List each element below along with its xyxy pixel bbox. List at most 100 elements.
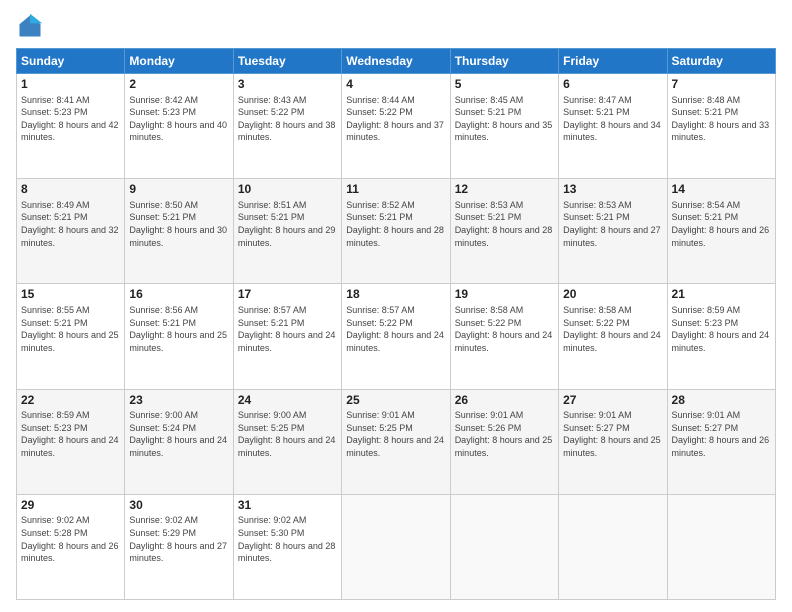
- calendar-cell: 6Sunrise: 8:47 AMSunset: 5:21 PMDaylight…: [559, 74, 667, 179]
- day-info: Sunrise: 8:42 AMSunset: 5:23 PMDaylight:…: [129, 94, 228, 144]
- day-info: Sunrise: 8:50 AMSunset: 5:21 PMDaylight:…: [129, 199, 228, 249]
- calendar-cell: 28Sunrise: 9:01 AMSunset: 5:27 PMDayligh…: [667, 389, 775, 494]
- calendar-cell: 3Sunrise: 8:43 AMSunset: 5:22 PMDaylight…: [233, 74, 341, 179]
- calendar-cell: 15Sunrise: 8:55 AMSunset: 5:21 PMDayligh…: [17, 284, 125, 389]
- weekday-header: Sunday: [17, 49, 125, 74]
- calendar-cell: 24Sunrise: 9:00 AMSunset: 5:25 PMDayligh…: [233, 389, 341, 494]
- day-info: Sunrise: 8:45 AMSunset: 5:21 PMDaylight:…: [455, 94, 554, 144]
- calendar-cell: 2Sunrise: 8:42 AMSunset: 5:23 PMDaylight…: [125, 74, 233, 179]
- day-info: Sunrise: 8:58 AMSunset: 5:22 PMDaylight:…: [563, 304, 662, 354]
- day-info: Sunrise: 8:48 AMSunset: 5:21 PMDaylight:…: [672, 94, 771, 144]
- calendar-cell: [342, 494, 450, 599]
- weekday-header: Thursday: [450, 49, 558, 74]
- weekday-header: Monday: [125, 49, 233, 74]
- day-number: 26: [455, 393, 554, 409]
- page: SundayMondayTuesdayWednesdayThursdayFrid…: [0, 0, 792, 612]
- weekday-header: Saturday: [667, 49, 775, 74]
- logo: [16, 12, 48, 40]
- calendar-cell: 4Sunrise: 8:44 AMSunset: 5:22 PMDaylight…: [342, 74, 450, 179]
- calendar-cell: 31Sunrise: 9:02 AMSunset: 5:30 PMDayligh…: [233, 494, 341, 599]
- day-number: 21: [672, 287, 771, 303]
- day-info: Sunrise: 8:59 AMSunset: 5:23 PMDaylight:…: [21, 409, 120, 459]
- day-number: 1: [21, 77, 120, 93]
- calendar-cell: 30Sunrise: 9:02 AMSunset: 5:29 PMDayligh…: [125, 494, 233, 599]
- calendar-cell: [559, 494, 667, 599]
- day-info: Sunrise: 8:57 AMSunset: 5:22 PMDaylight:…: [346, 304, 445, 354]
- day-number: 9: [129, 182, 228, 198]
- day-info: Sunrise: 8:58 AMSunset: 5:22 PMDaylight:…: [455, 304, 554, 354]
- day-number: 23: [129, 393, 228, 409]
- day-info: Sunrise: 8:43 AMSunset: 5:22 PMDaylight:…: [238, 94, 337, 144]
- calendar-cell: 19Sunrise: 8:58 AMSunset: 5:22 PMDayligh…: [450, 284, 558, 389]
- day-number: 18: [346, 287, 445, 303]
- day-info: Sunrise: 8:56 AMSunset: 5:21 PMDaylight:…: [129, 304, 228, 354]
- calendar-cell: 7Sunrise: 8:48 AMSunset: 5:21 PMDaylight…: [667, 74, 775, 179]
- calendar-cell: 25Sunrise: 9:01 AMSunset: 5:25 PMDayligh…: [342, 389, 450, 494]
- day-number: 11: [346, 182, 445, 198]
- day-number: 22: [21, 393, 120, 409]
- day-info: Sunrise: 9:01 AMSunset: 5:27 PMDaylight:…: [672, 409, 771, 459]
- day-number: 6: [563, 77, 662, 93]
- day-info: Sunrise: 9:02 AMSunset: 5:30 PMDaylight:…: [238, 514, 337, 564]
- day-number: 12: [455, 182, 554, 198]
- day-number: 15: [21, 287, 120, 303]
- calendar-cell: 16Sunrise: 8:56 AMSunset: 5:21 PMDayligh…: [125, 284, 233, 389]
- day-info: Sunrise: 9:01 AMSunset: 5:27 PMDaylight:…: [563, 409, 662, 459]
- calendar-cell: 18Sunrise: 8:57 AMSunset: 5:22 PMDayligh…: [342, 284, 450, 389]
- day-number: 17: [238, 287, 337, 303]
- day-info: Sunrise: 9:00 AMSunset: 5:25 PMDaylight:…: [238, 409, 337, 459]
- day-number: 2: [129, 77, 228, 93]
- day-info: Sunrise: 8:41 AMSunset: 5:23 PMDaylight:…: [21, 94, 120, 144]
- day-number: 28: [672, 393, 771, 409]
- day-number: 31: [238, 498, 337, 514]
- day-info: Sunrise: 8:49 AMSunset: 5:21 PMDaylight:…: [21, 199, 120, 249]
- day-number: 16: [129, 287, 228, 303]
- day-info: Sunrise: 8:57 AMSunset: 5:21 PMDaylight:…: [238, 304, 337, 354]
- calendar-cell: 22Sunrise: 8:59 AMSunset: 5:23 PMDayligh…: [17, 389, 125, 494]
- calendar-cell: 17Sunrise: 8:57 AMSunset: 5:21 PMDayligh…: [233, 284, 341, 389]
- calendar-cell: [450, 494, 558, 599]
- day-info: Sunrise: 9:02 AMSunset: 5:29 PMDaylight:…: [129, 514, 228, 564]
- calendar-cell: 5Sunrise: 8:45 AMSunset: 5:21 PMDaylight…: [450, 74, 558, 179]
- day-info: Sunrise: 8:54 AMSunset: 5:21 PMDaylight:…: [672, 199, 771, 249]
- day-number: 8: [21, 182, 120, 198]
- day-number: 10: [238, 182, 337, 198]
- day-info: Sunrise: 8:55 AMSunset: 5:21 PMDaylight:…: [21, 304, 120, 354]
- calendar-cell: 9Sunrise: 8:50 AMSunset: 5:21 PMDaylight…: [125, 179, 233, 284]
- day-info: Sunrise: 9:01 AMSunset: 5:26 PMDaylight:…: [455, 409, 554, 459]
- day-number: 7: [672, 77, 771, 93]
- day-number: 4: [346, 77, 445, 93]
- day-info: Sunrise: 9:02 AMSunset: 5:28 PMDaylight:…: [21, 514, 120, 564]
- day-info: Sunrise: 9:00 AMSunset: 5:24 PMDaylight:…: [129, 409, 228, 459]
- calendar-cell: [667, 494, 775, 599]
- day-info: Sunrise: 8:52 AMSunset: 5:21 PMDaylight:…: [346, 199, 445, 249]
- day-number: 27: [563, 393, 662, 409]
- calendar-cell: 13Sunrise: 8:53 AMSunset: 5:21 PMDayligh…: [559, 179, 667, 284]
- weekday-header: Wednesday: [342, 49, 450, 74]
- day-info: Sunrise: 8:51 AMSunset: 5:21 PMDaylight:…: [238, 199, 337, 249]
- weekday-header: Friday: [559, 49, 667, 74]
- day-number: 13: [563, 182, 662, 198]
- calendar-cell: 14Sunrise: 8:54 AMSunset: 5:21 PMDayligh…: [667, 179, 775, 284]
- calendar-cell: 10Sunrise: 8:51 AMSunset: 5:21 PMDayligh…: [233, 179, 341, 284]
- day-number: 19: [455, 287, 554, 303]
- day-info: Sunrise: 8:44 AMSunset: 5:22 PMDaylight:…: [346, 94, 445, 144]
- day-number: 30: [129, 498, 228, 514]
- day-info: Sunrise: 8:59 AMSunset: 5:23 PMDaylight:…: [672, 304, 771, 354]
- calendar-cell: 11Sunrise: 8:52 AMSunset: 5:21 PMDayligh…: [342, 179, 450, 284]
- calendar: SundayMondayTuesdayWednesdayThursdayFrid…: [16, 48, 776, 600]
- day-info: Sunrise: 9:01 AMSunset: 5:25 PMDaylight:…: [346, 409, 445, 459]
- calendar-cell: 12Sunrise: 8:53 AMSunset: 5:21 PMDayligh…: [450, 179, 558, 284]
- calendar-cell: 29Sunrise: 9:02 AMSunset: 5:28 PMDayligh…: [17, 494, 125, 599]
- calendar-cell: 20Sunrise: 8:58 AMSunset: 5:22 PMDayligh…: [559, 284, 667, 389]
- day-number: 20: [563, 287, 662, 303]
- day-number: 25: [346, 393, 445, 409]
- day-info: Sunrise: 8:53 AMSunset: 5:21 PMDaylight:…: [455, 199, 554, 249]
- weekday-header: Tuesday: [233, 49, 341, 74]
- logo-icon: [16, 12, 44, 40]
- day-number: 24: [238, 393, 337, 409]
- calendar-cell: 23Sunrise: 9:00 AMSunset: 5:24 PMDayligh…: [125, 389, 233, 494]
- day-number: 5: [455, 77, 554, 93]
- calendar-cell: 21Sunrise: 8:59 AMSunset: 5:23 PMDayligh…: [667, 284, 775, 389]
- calendar-cell: 26Sunrise: 9:01 AMSunset: 5:26 PMDayligh…: [450, 389, 558, 494]
